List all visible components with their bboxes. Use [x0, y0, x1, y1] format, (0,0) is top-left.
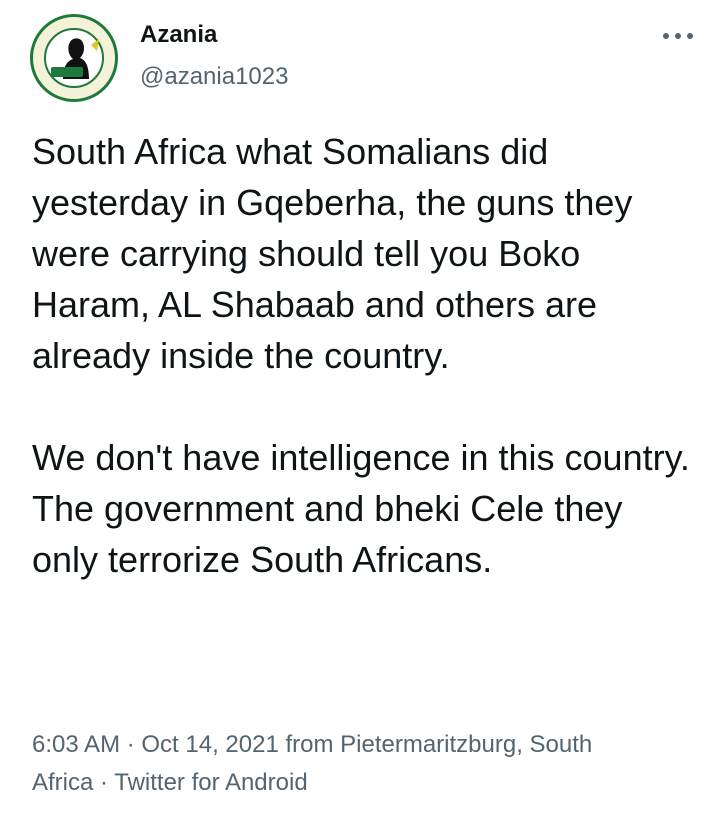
display-name[interactable]: Azania: [140, 20, 288, 50]
source-client[interactable]: Africa · Twitter for Android: [32, 764, 692, 802]
avatar-image: [36, 20, 112, 96]
tweet-paragraph: South Africa what Somalians did yesterda…: [32, 131, 643, 376]
tweet-card: Azania @azania1023 South Africa what Som…: [0, 0, 720, 824]
avatar[interactable]: [30, 14, 118, 102]
user-block: Azania @azania1023: [140, 20, 288, 92]
tweet-text: South Africa what Somalians did yesterda…: [32, 126, 692, 585]
more-horizontal-icon[interactable]: [660, 24, 696, 48]
tweet-header: Azania @azania1023: [30, 14, 696, 104]
timestamp-location[interactable]: 6:03 AM · Oct 14, 2021 from Pietermaritz…: [32, 726, 692, 764]
user-handle[interactable]: @azania1023: [140, 62, 288, 92]
tweet-paragraph: We don't have intelligence in this count…: [32, 437, 700, 580]
tweet-metadata: 6:03 AM · Oct 14, 2021 from Pietermaritz…: [32, 726, 692, 802]
